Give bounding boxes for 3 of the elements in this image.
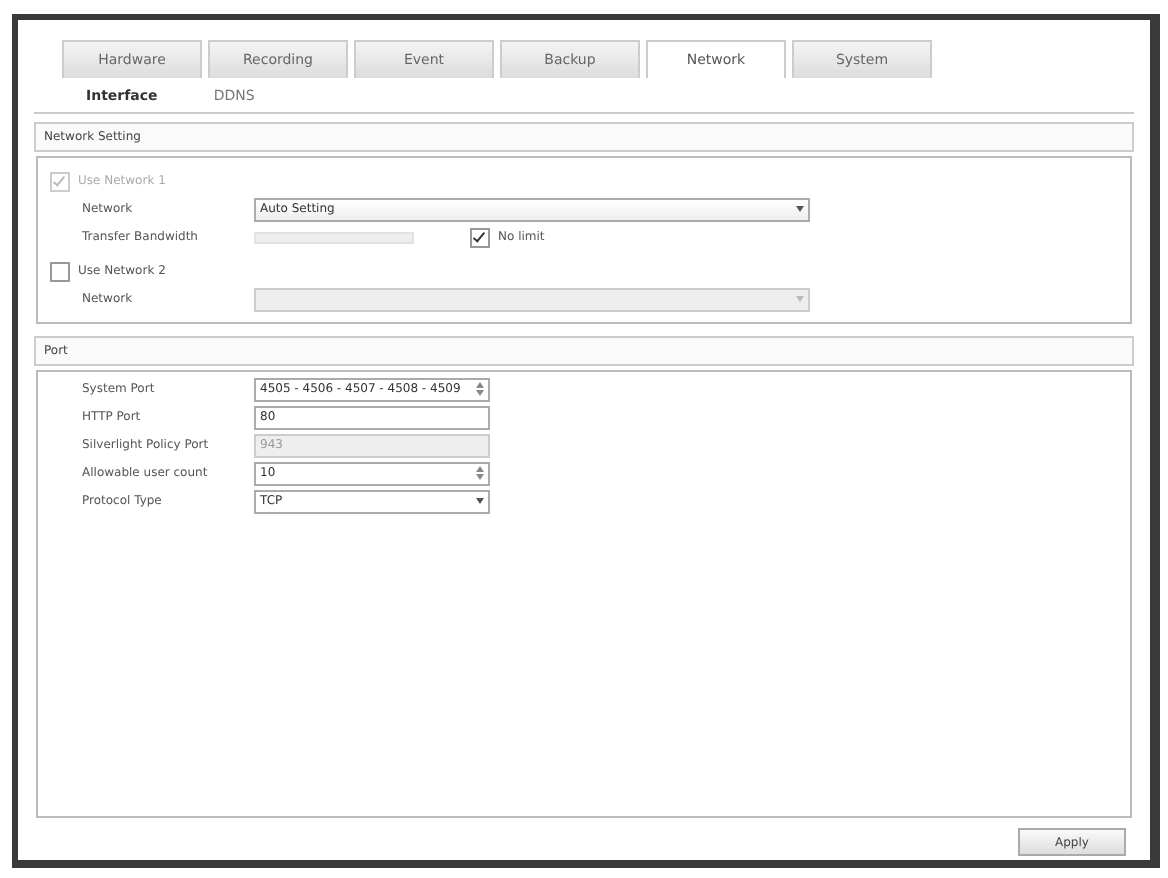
checkbox[interactable] — [50, 261, 70, 281]
slider-track[interactable] — [254, 231, 414, 243]
checkbox[interactable] — [470, 227, 490, 247]
